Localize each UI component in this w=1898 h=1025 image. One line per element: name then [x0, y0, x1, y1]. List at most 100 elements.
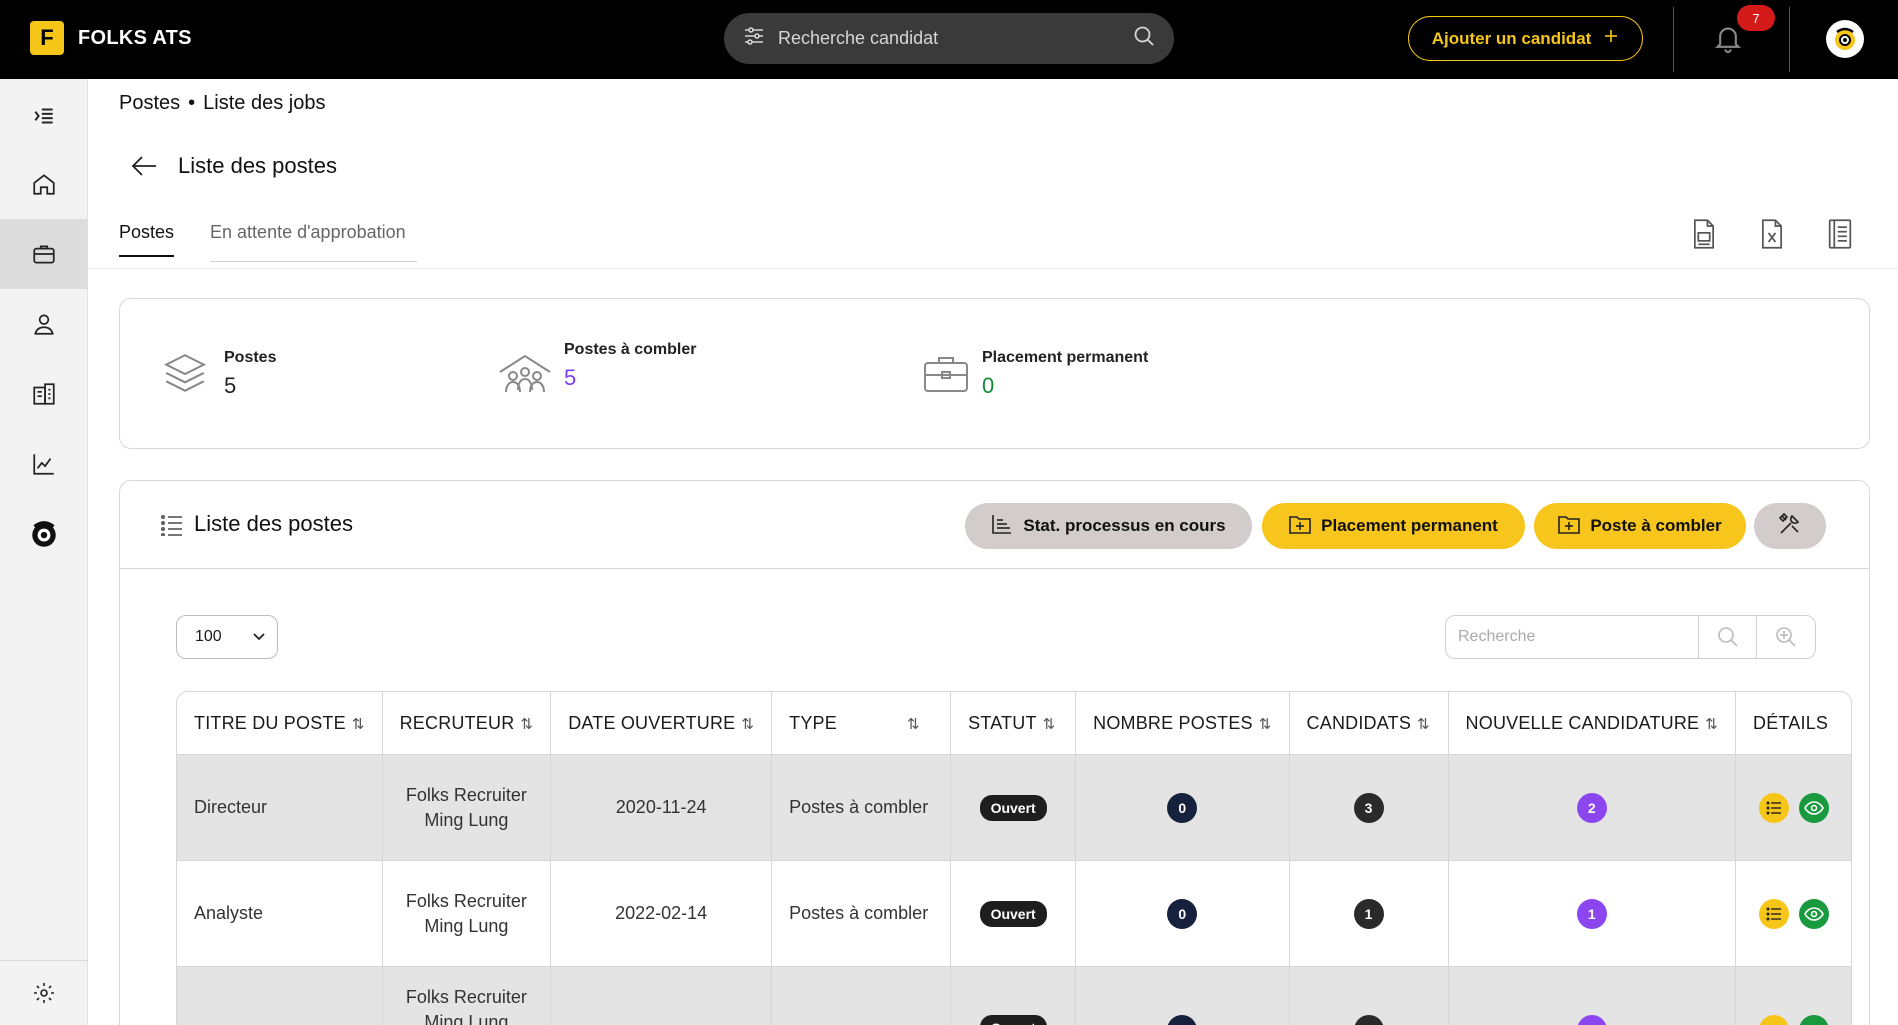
column-header-recruiter[interactable]: RECRUTEUR ⇅ [382, 691, 552, 755]
sort-icon[interactable]: ⇅ [520, 716, 533, 733]
table-row[interactable]: Analyste Folks Recruiter Ming Lung 2022-0… [176, 861, 1853, 967]
jobs-list-card: Liste des postes Stat. processus en cour… [119, 480, 1870, 1025]
column-header-new-applications[interactable]: NOUVELLE CANDIDATURE ⇅ [1448, 691, 1737, 755]
stats-process-label: Stat. processus en cours [1023, 516, 1226, 535]
column-label: DATE OUVERTURE [568, 712, 736, 733]
list-details-icon[interactable] [1758, 1015, 1789, 1025]
column-header-open-date[interactable]: DATE OUVERTURE ⇅ [551, 691, 773, 755]
list-details-icon[interactable] [1758, 898, 1789, 929]
stats-process-button[interactable]: Stat. processus en cours [965, 503, 1252, 549]
candidates-count[interactable] [1353, 1015, 1384, 1025]
job-title[interactable] [176, 967, 383, 1025]
new-applications-cell [1448, 967, 1737, 1025]
settings-gear-icon[interactable] [0, 961, 87, 1025]
avatar[interactable] [1826, 20, 1864, 58]
stat-label: Postes [224, 349, 277, 366]
folks-eye-icon[interactable] [0, 499, 87, 569]
briefcase-icon [922, 349, 970, 404]
table-row[interactable]: Directeur Folks Recruiter Ming Lung 2020-… [176, 755, 1853, 861]
column-label: STATUT [968, 712, 1037, 733]
divider [88, 268, 1898, 269]
jobs-briefcase-icon[interactable] [0, 219, 87, 289]
candidates-count[interactable]: 1 [1353, 898, 1384, 929]
permanent-placement-label: Placement permanent [1321, 516, 1498, 535]
candidates-cell [1289, 967, 1449, 1025]
details-cell [1736, 967, 1853, 1025]
column-label: CANDIDATS [1306, 712, 1412, 733]
statistics-chart-icon[interactable] [0, 429, 87, 499]
list-title: Liste des postes [194, 511, 353, 536]
export-pdf-icon[interactable] [1690, 218, 1718, 255]
breadcrumb-section[interactable]: Postes [119, 92, 180, 114]
advanced-search-icon[interactable] [1757, 616, 1815, 658]
view-eye-icon[interactable] [1798, 792, 1829, 823]
new-applications-count[interactable]: 1 [1576, 898, 1607, 929]
tab-pending-approval[interactable]: En attente d'approbation [210, 222, 406, 257]
table-row[interactable]: Folks Recruiter Ming Lung Ouvert [176, 967, 1853, 1025]
stat-postes: Postes 5 [160, 349, 276, 404]
search-icon[interactable] [1699, 616, 1757, 658]
column-label: NOMBRE POSTES [1093, 712, 1253, 733]
back-arrow-icon[interactable] [130, 153, 158, 184]
divider [1789, 7, 1790, 72]
column-header-candidates[interactable]: CANDIDATS ⇅ [1289, 691, 1449, 755]
search-icon[interactable] [1132, 24, 1156, 53]
column-header-status[interactable]: STATUT ⇅ [951, 691, 1077, 755]
export-report-icon[interactable] [1826, 218, 1854, 255]
new-applications-count[interactable] [1576, 1015, 1607, 1025]
column-header-details: DÉTAILS [1736, 691, 1853, 755]
open-date: 2020-11-24 [551, 755, 773, 861]
home-icon[interactable] [0, 149, 87, 219]
recruiter-line: Folks Recruiter [405, 890, 527, 911]
positions-cell: 0 [1076, 755, 1290, 861]
recruiter: Folks Recruiter Ming Lung [382, 967, 552, 1025]
post-to-fill-button[interactable]: Poste à combler [1534, 503, 1746, 549]
sort-icon[interactable]: ⇅ [741, 716, 754, 733]
sidebar [0, 79, 88, 1025]
brand-logo[interactable]: F FOLKS ATS [30, 21, 192, 55]
permanent-placement-button[interactable]: Placement permanent [1262, 503, 1525, 549]
list-details-icon[interactable] [1758, 792, 1789, 823]
sort-icon[interactable]: ⇅ [907, 716, 920, 733]
tab-postes[interactable]: Postes [119, 222, 175, 257]
chevron-down-icon [253, 628, 265, 646]
status-badge: Ouvert [979, 900, 1047, 927]
tools-button[interactable] [1754, 503, 1826, 549]
companies-building-icon[interactable] [0, 359, 87, 429]
table-search-input[interactable]: Recherche [1446, 616, 1699, 658]
column-label: RECRUTEUR [399, 712, 515, 733]
view-eye-icon[interactable] [1798, 898, 1829, 929]
page-size-value: 100 [195, 628, 222, 645]
breadcrumb-current: Liste des jobs [203, 92, 326, 114]
positions-cell: 0 [1076, 861, 1290, 967]
search-placeholder: Recherche candidat [778, 28, 939, 48]
job-title[interactable]: Analyste [176, 861, 383, 967]
collapse-menu-icon[interactable] [0, 81, 87, 151]
add-candidate-button[interactable]: Ajouter un candidat [1408, 16, 1643, 61]
sort-icon[interactable]: ⇅ [1705, 716, 1718, 733]
sort-icon[interactable]: ⇅ [1417, 716, 1430, 733]
export-excel-icon[interactable] [1758, 218, 1786, 255]
candidates-count[interactable]: 3 [1353, 792, 1384, 823]
recruiter-line: Folks Recruiter [405, 987, 527, 1007]
sort-icon[interactable]: ⇅ [1043, 716, 1056, 733]
view-eye-icon[interactable] [1798, 1015, 1829, 1025]
breadcrumb: Postes • Liste des jobs [119, 92, 326, 114]
bell-icon[interactable] [1712, 22, 1744, 61]
positions-count [1167, 1015, 1198, 1025]
new-applications-cell: 2 [1448, 755, 1737, 861]
column-header-type[interactable]: TYPE ⇅ [772, 691, 952, 755]
recruiter-line: Ming Lung [424, 1012, 509, 1025]
layers-icon [160, 349, 210, 404]
filter-sliders-icon[interactable] [742, 24, 766, 53]
column-header-title[interactable]: TITRE DU POSTE ⇅ [176, 691, 383, 755]
sort-icon[interactable]: ⇅ [1259, 716, 1272, 733]
candidate-search-input[interactable]: Recherche candidat [724, 13, 1174, 64]
column-header-positions[interactable]: NOMBRE POSTES ⇅ [1076, 691, 1290, 755]
candidates-user-icon[interactable] [0, 289, 87, 359]
job-title[interactable]: Directeur [176, 755, 383, 861]
page-size-select[interactable]: 100 [176, 615, 278, 659]
sort-icon[interactable]: ⇅ [352, 716, 365, 733]
new-applications-count[interactable]: 2 [1576, 792, 1607, 823]
folder-plus-icon [1558, 514, 1581, 539]
